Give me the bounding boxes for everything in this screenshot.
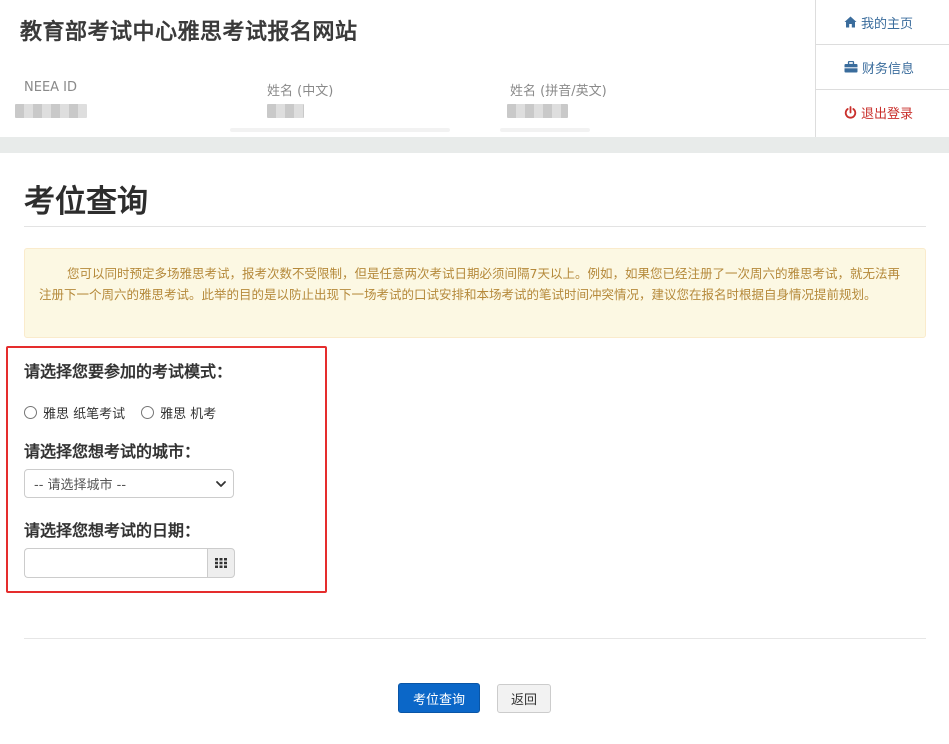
neea-id-label: NEEA ID [24,80,78,95]
radio-paper-based-label[interactable]: 雅思 纸笔考试 [43,403,125,422]
exam-mode-label: 请选择您要参加的考试模式： [24,362,233,381]
nav-logout-label: 退出登录 [861,107,914,122]
search-seat-button[interactable]: 考位查询 [398,683,480,713]
home-icon [844,16,857,28]
nav-logout[interactable]: 退出登录 [816,90,949,135]
form-footer-divider [24,638,926,639]
redaction-smear [230,128,450,132]
back-button[interactable]: 返回 [497,684,551,713]
exam-mode-radio-group: 雅思 纸笔考试 雅思 机考 [24,403,232,422]
pinyin-name-label: 姓名 (拼音/英文) [510,84,607,99]
calendar-button[interactable] [207,548,235,578]
city-select-value: -- 请选择城市 -- [34,478,127,493]
calendar-grid-icon [215,558,227,568]
nav-finance-info-label: 财务信息 [862,61,915,77]
radio-paper-based[interactable] [24,406,37,419]
notice-alert: 您可以同时预定多场雅思考试，报考次数不受限制，但是任意两次考试日期必须间隔7天以… [24,248,926,338]
city-label: 请选择您想考试的城市： [24,442,201,461]
date-input[interactable] [24,548,208,578]
nav-my-home-label: 我的主页 [861,16,914,32]
radio-computer-based-label[interactable]: 雅思 机考 [160,403,216,422]
title-divider [24,226,926,227]
chinese-name-value-redacted [267,104,304,118]
nav-my-home[interactable]: 我的主页 [816,0,949,45]
side-nav: 我的主页 财务信息 退出登录 [815,0,949,137]
nav-finance-info[interactable]: 财务信息 [816,45,949,90]
page-title: 考位查询 [24,184,148,220]
chevron-down-icon [216,481,226,487]
radio-computer-based[interactable] [141,406,155,419]
header-separator-band [0,137,949,153]
site-header: 教育部考试中心雅思考试报名网站 NEEA ID 姓名 (中文) 姓名 (拼音/英… [0,0,949,137]
city-select[interactable]: -- 请选择城市 -- [24,469,234,498]
date-label: 请选择您想考试的日期： [24,521,201,540]
pinyin-name-value-redacted [507,104,568,118]
briefcase-icon [844,61,858,73]
chinese-name-label: 姓名 (中文) [267,84,334,99]
site-title: 教育部考试中心雅思考试报名网站 [20,20,358,45]
redaction-smear [500,128,590,132]
neea-id-value-redacted [15,104,87,118]
power-icon [844,106,857,119]
